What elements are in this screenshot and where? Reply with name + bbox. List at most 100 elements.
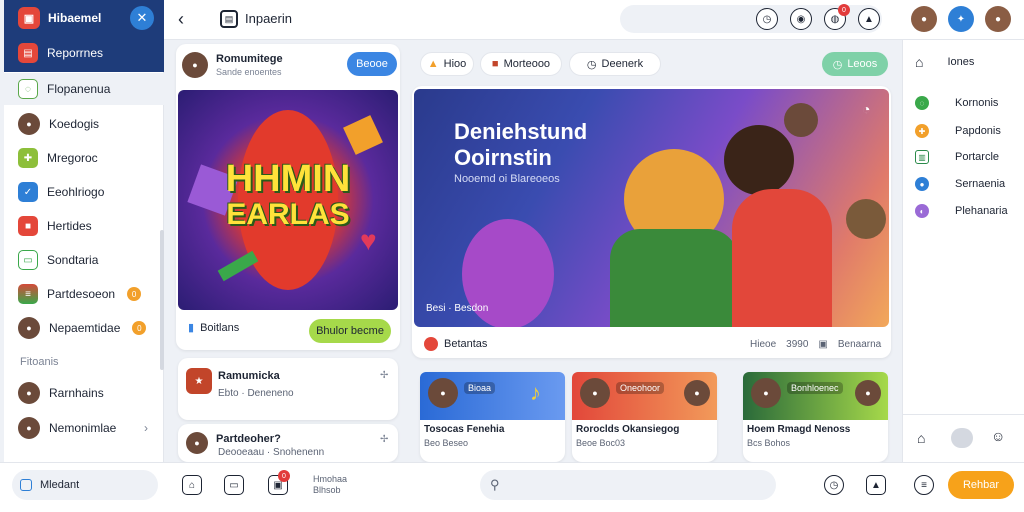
clock-icon[interactable]: ◷ <box>824 475 844 495</box>
user-avatar[interactable]: ● <box>911 6 937 32</box>
primary-action-button[interactable]: Rehbar <box>948 471 1014 499</box>
search-placeholder: Mledant <box>40 479 80 491</box>
right-panel-item-4[interactable]: ◐ Plehanaria <box>915 204 1008 218</box>
brand[interactable]: ▣ Hibaemel <box>18 6 101 30</box>
sidebar-item-6[interactable]: ≡ Partdesoeon 0 <box>4 278 164 310</box>
right-panel-label: Papdonis <box>955 125 1001 137</box>
close-sidebar-button[interactable]: ✕ <box>130 6 154 30</box>
mini-card-0[interactable]: ● Bioaa ♪ Tosocas Fenehia Beo Beseo <box>420 372 565 462</box>
avatar: ● <box>18 317 40 339</box>
divider <box>903 414 1024 415</box>
side-card-1[interactable]: ● Partdeoher? Deooeaau · Snohenenn ✢ <box>178 424 398 462</box>
avatar: ● <box>18 113 40 135</box>
right-panel-label: Portarcle <box>955 151 1000 163</box>
pin-icon[interactable]: ✢ <box>380 370 388 381</box>
sidebar-item-top[interactable]: ▤ Reporrnes <box>18 43 103 63</box>
filter-chip-2[interactable]: ◷ Deenerk <box>569 52 661 76</box>
right-panel-item-2[interactable]: ▥ Portarcle <box>915 150 999 164</box>
meta-label: Hieoe <box>750 339 777 350</box>
filter-action-button[interactable]: ◷ Leoos <box>822 52 888 76</box>
shape-decoration <box>217 250 259 282</box>
avatar: ● <box>580 378 610 408</box>
compass-icon: ◐ <box>915 204 929 218</box>
badge-icon: ■ <box>18 216 38 236</box>
sidebar-item-2[interactable]: ✚ Mregoroc <box>4 142 164 174</box>
chart-icon: ▥ <box>915 150 929 164</box>
bookmark-icon[interactable]: ▮ <box>188 321 194 334</box>
shape-decoration <box>343 115 383 155</box>
avatar: ● <box>18 417 40 439</box>
mini-card-title: Roroclds Okansiegog <box>576 424 680 435</box>
avatar: ● <box>18 382 40 404</box>
pin-icon[interactable]: ✢ <box>380 434 388 445</box>
banner-footer-title: Betantas <box>444 338 488 350</box>
user-icon[interactable]: ☺ <box>991 428 1005 444</box>
chat-bubble-icon: ◌ <box>18 79 38 99</box>
game-artwork[interactable]: ♥ HHMIN EARLAS <box>178 90 398 310</box>
right-panel-item-1[interactable]: ✚ Papdonis <box>915 124 1001 138</box>
bell-icon[interactable]: ▲ <box>858 8 880 30</box>
play-icon[interactable]: ◔ <box>862 101 870 117</box>
mini-card-meta: Beoe Boc03 <box>576 438 626 448</box>
main-search-bar[interactable]: ⚲ <box>480 470 776 500</box>
sidebar-item-section-0[interactable]: ● Rarnhains <box>4 377 164 409</box>
side-card-0[interactable]: ★ Ramumicka Ebto · Deneneno ✢ <box>178 358 398 420</box>
bottom-search-field[interactable]: Mledant <box>12 470 158 500</box>
sidebar-item-7[interactable]: ● Nepaemtidae 0 <box>4 312 164 344</box>
sidebar-item-3[interactable]: ✓ Eeohlriogo <box>4 176 164 208</box>
avatar: ● <box>186 432 208 454</box>
clock-icon[interactable]: ◷ <box>756 8 778 30</box>
right-panel-item-3[interactable]: ● Sernaenia <box>915 177 1005 191</box>
toggle-icon[interactable] <box>951 428 973 448</box>
button-label: Leoos <box>847 58 878 70</box>
right-panel-label: Sernaenia <box>955 178 1006 190</box>
sidebar-item-0[interactable]: ◌ Flopanenua <box>4 73 164 105</box>
avatar <box>424 337 438 351</box>
mini-card-2[interactable]: ● Bonhloenec ● Hoem Rmagd Nenoss Bcs Boh… <box>743 372 888 462</box>
sidebar-item-label: Nemonimlae <box>49 421 117 435</box>
character-man <box>846 199 886 239</box>
sidebar: ▣ Hibaemel ✕ ▤ Reporrnes ◌ Flopanenua ● … <box>4 0 164 462</box>
chip-label: Hioo <box>443 58 467 70</box>
post-author[interactable]: Romumitege <box>216 53 283 65</box>
author-avatar[interactable]: ● <box>182 52 208 78</box>
stack-icon[interactable]: ≡ <box>914 475 934 495</box>
messenger-icon[interactable]: ✦ <box>948 6 974 32</box>
chip-label: Morteooo <box>503 58 551 70</box>
chip-label: Deenerk <box>601 58 644 70</box>
banner-subtitle: Nooemd oi Blareoeos <box>454 173 560 185</box>
building-icon[interactable]: ⌂ <box>917 430 925 446</box>
hero-banner[interactable]: Deniehstund Ooirnstin Nooemd oi Blareoeo… <box>414 89 889 327</box>
bookmark-icon <box>20 479 32 491</box>
sidebar-item-5[interactable]: ▭ Sondtaria <box>4 244 164 276</box>
right-panel-home[interactable]: ⌂ Iones <box>915 54 974 70</box>
mini-card-1[interactable]: ● Oneohoor ● Roroclds Okansiegog Beoe Bo… <box>572 372 717 462</box>
share-icon[interactable]: ▣ <box>818 339 827 350</box>
filter-chip-1[interactable]: ■ Morteooo <box>480 52 562 76</box>
sidebar-item-4[interactable]: ■ Hertides <box>4 210 164 242</box>
character-boy <box>784 103 818 137</box>
sidebar-item-1[interactable]: ● Koedogis <box>4 108 164 140</box>
filter-chip-0[interactable]: ▲ Hioo <box>420 52 474 76</box>
back-button[interactable]: ‹ <box>178 9 184 30</box>
banner-footer: Betantas <box>424 337 487 351</box>
sidebar-item-section-1[interactable]: ● Nemonimlae › <box>4 412 164 444</box>
game-thumbnail: ★ <box>186 368 212 394</box>
meta-count: 3990 <box>786 339 809 350</box>
chat-icon[interactable]: ▭ <box>224 475 244 495</box>
right-panel-item-0[interactable]: ◌ Kornonis <box>915 96 998 110</box>
cta-button[interactable]: Bhulor becme <box>309 319 391 343</box>
card-title: Ramumicka <box>218 370 280 382</box>
clock-icon: ◷ <box>586 58 597 71</box>
follow-button[interactable]: Beooe <box>347 52 397 76</box>
home-icon[interactable]: ⌂ <box>182 475 202 495</box>
record-icon[interactable]: ◉ <box>790 8 812 30</box>
page-title: Inpaerin <box>245 11 292 26</box>
sidebar-item-label: Eeohlriogo <box>47 185 105 199</box>
profile-avatar[interactable]: ● <box>985 6 1011 32</box>
mini-card-meta: Bcs Bohos <box>747 438 791 448</box>
top-search-bar[interactable]: ◷ ◉ ◍ 0 ▲ <box>620 4 882 33</box>
scrollbar[interactable] <box>160 230 164 370</box>
image-icon[interactable]: ▲ <box>866 475 886 495</box>
mini-label-line: Hmohaa <box>313 474 348 484</box>
